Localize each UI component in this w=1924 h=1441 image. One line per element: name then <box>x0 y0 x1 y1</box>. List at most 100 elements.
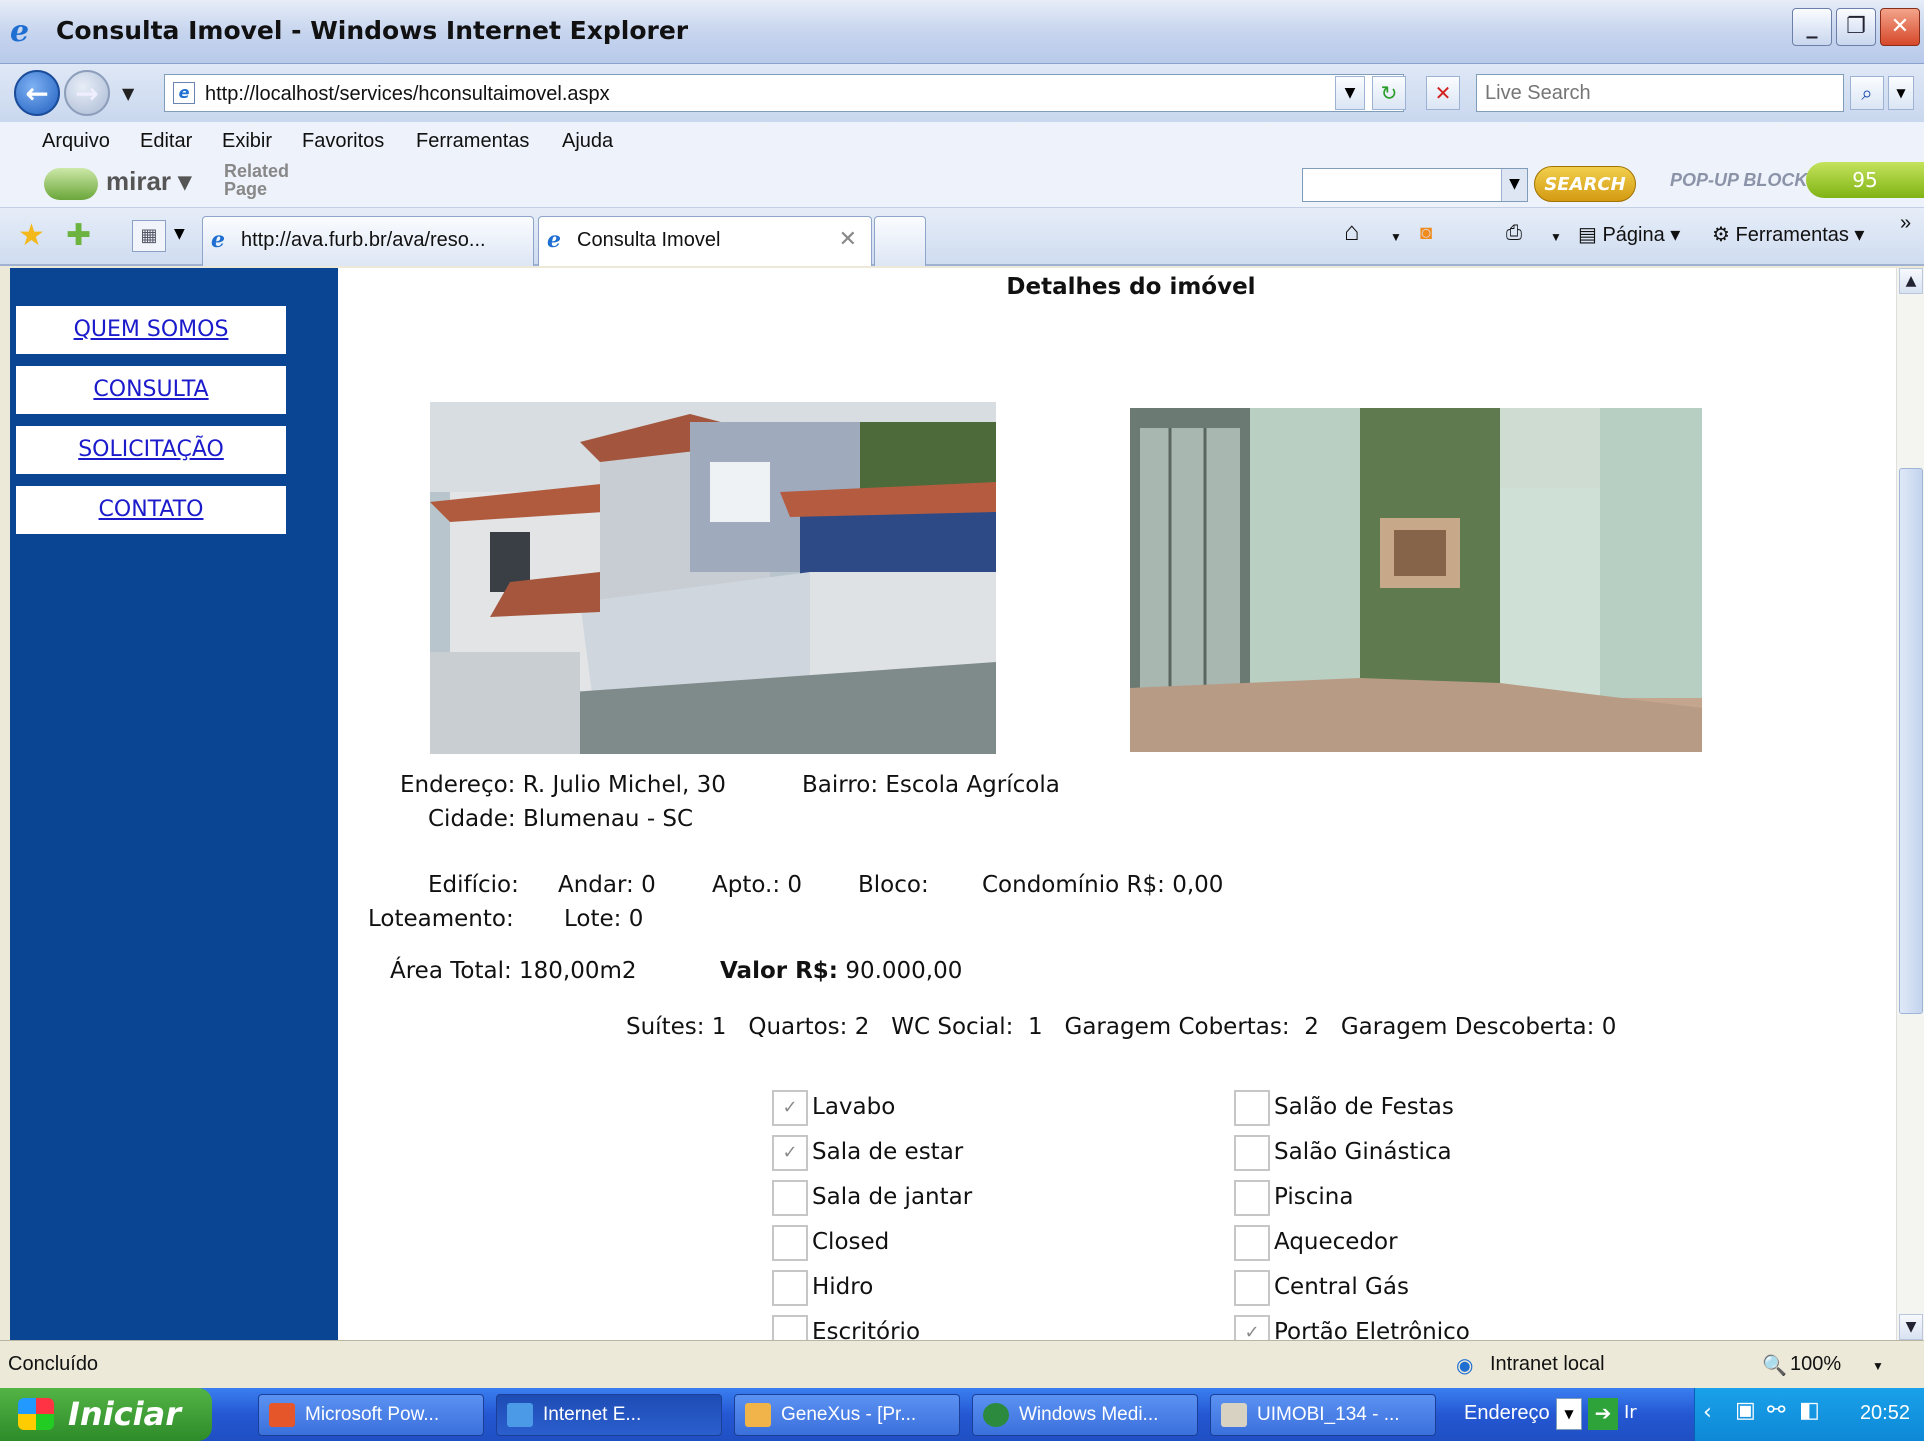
tab-ava-furb[interactable]: e http://ava.furb.br/ava/reso... <box>202 216 534 266</box>
minimize-button[interactable]: _ <box>1792 8 1832 46</box>
task-uimobi[interactable]: UIMOBI_134 - ... <box>1210 1394 1436 1436</box>
checkbox-sala-jantar[interactable] <box>772 1180 808 1216</box>
page-title: Detalhes do imóvel <box>1006 274 1256 300</box>
menu-exibir[interactable]: Exibir <box>222 130 272 153</box>
powerpoint-icon <box>269 1403 295 1427</box>
menu-ferramentas[interactable]: Ferramentas <box>416 130 529 153</box>
chevron-down-icon[interactable]: ▼ <box>1501 169 1527 201</box>
network-icon[interactable]: ⚯ <box>1767 1398 1785 1423</box>
close-button[interactable]: ✕ <box>1880 8 1920 46</box>
amenity-label: Portão Eletrônico <box>1274 1319 1470 1340</box>
task-powerpoint[interactable]: Microsoft Pow... <box>258 1394 484 1436</box>
feeds-icon[interactable]: ◙ <box>1420 222 1432 245</box>
checkbox-lavabo[interactable]: ✓ <box>772 1090 808 1126</box>
taskbar-address-dropdown-icon[interactable]: ▼ <box>1556 1398 1582 1430</box>
nav-link[interactable]: QUEM SOMOS <box>74 317 229 342</box>
checkbox-hidro[interactable] <box>772 1270 808 1306</box>
back-button[interactable]: ← <box>14 70 60 116</box>
task-label: Microsoft Pow... <box>305 1404 440 1425</box>
go-label[interactable]: Ir <box>1624 1402 1637 1423</box>
sidebar-item-contato[interactable]: CONTATO <box>16 486 286 534</box>
checkbox-closed[interactable] <box>772 1225 808 1261</box>
task-label: UIMOBI_134 - ... <box>1257 1404 1400 1425</box>
amenity-label: Piscina <box>1274 1184 1354 1210</box>
checkbox-sala-estar[interactable]: ✓ <box>772 1135 808 1171</box>
tray-app-icon[interactable]: ▣ <box>1735 1398 1756 1423</box>
checkbox-portao-eletronico[interactable]: ✓ <box>1234 1315 1270 1340</box>
vertical-scrollbar[interactable]: ▲ ▼ <box>1896 268 1924 1340</box>
tray-expand-icon[interactable]: ‹ <box>1703 1400 1712 1425</box>
search-icon[interactable]: ⌕ <box>1850 76 1884 110</box>
zoom-dropdown-icon[interactable]: ▼ <box>1872 1359 1884 1373</box>
maximize-button[interactable]: ❐ <box>1836 8 1876 46</box>
checkbox-central-gas[interactable] <box>1234 1270 1270 1306</box>
address-dropdown-icon[interactable]: ▼ <box>1335 76 1365 110</box>
print-icon[interactable]: ⎙ <box>1506 222 1522 245</box>
stop-icon[interactable]: ✕ <box>1426 76 1460 110</box>
sidebar-item-solicitacao[interactable]: SOLICITAÇÃO <box>16 426 286 474</box>
go-arrow-icon[interactable]: ➔ <box>1588 1398 1618 1430</box>
address-url[interactable]: http://localhost/services/hconsultaimove… <box>205 83 610 106</box>
gear-icon: ⚙ <box>1712 224 1730 246</box>
tools-menu[interactable]: ⚙ Ferramentas ▾ <box>1712 222 1864 247</box>
toolbar-search-button[interactable]: SEARCH <box>1534 166 1636 202</box>
mirar-button[interactable]: mirar ▾ <box>106 166 191 197</box>
print-dropdown-icon[interactable]: ▼ <box>1550 230 1562 244</box>
scroll-up-icon[interactable]: ▲ <box>1899 268 1923 294</box>
amenity-label: Hidro <box>812 1274 874 1300</box>
scroll-thumb[interactable] <box>1899 468 1923 1014</box>
toolbar-search-combo[interactable]: ▼ <box>1302 168 1528 202</box>
tab-list-dropdown-icon[interactable]: ▼ <box>174 226 185 242</box>
nav-link[interactable]: CONSULTA <box>93 377 208 402</box>
favorites-star-icon[interactable]: ★ <box>18 218 45 253</box>
forward-button[interactable]: → <box>64 70 110 116</box>
start-button[interactable]: Iniciar <box>0 1388 212 1441</box>
menu-ajuda[interactable]: Ajuda <box>562 130 613 153</box>
task-internet-explorer[interactable]: Internet E... <box>496 1394 722 1436</box>
home-dropdown-icon[interactable]: ▼ <box>1390 230 1402 244</box>
menu-editar[interactable]: Editar <box>140 130 192 153</box>
menu-favoritos[interactable]: Favoritos <box>302 130 384 153</box>
task-windows-media[interactable]: Windows Medi... <box>972 1394 1198 1436</box>
nav-link[interactable]: CONTATO <box>99 497 204 522</box>
checkbox-salao-ginastica[interactable] <box>1234 1135 1270 1171</box>
page-menu[interactable]: ▤ Página ▾ <box>1578 222 1680 247</box>
history-dropdown-icon[interactable]: ▼ <box>122 84 134 103</box>
new-tab-button[interactable] <box>874 216 926 266</box>
task-label: Internet E... <box>543 1404 642 1425</box>
amenity-label: Closed <box>812 1229 890 1255</box>
sidebar-item-quem-somos[interactable]: QUEM SOMOS <box>16 306 286 354</box>
home-icon[interactable]: ⌂ <box>1344 216 1360 247</box>
task-genexus[interactable]: GeneXus - [Pr... <box>734 1394 960 1436</box>
popup-counter-badge: 95 <box>1806 162 1924 198</box>
sidebar-item-consulta[interactable]: CONSULTA <box>16 366 286 414</box>
quick-tabs-icon[interactable]: ▦ <box>132 220 166 252</box>
add-favorites-icon[interactable]: ✚ <box>66 218 91 253</box>
ie-tab-icon: e <box>547 227 561 253</box>
zoom-level[interactable]: 100% <box>1790 1353 1841 1376</box>
address-field[interactable]: e http://localhost/services/hconsultaimo… <box>164 74 1404 112</box>
address-bar-row: ← → ▼ e http://localhost/services/hconsu… <box>0 64 1924 122</box>
search-options-icon[interactable]: ▼ <box>1888 76 1914 110</box>
property-photo-exterior <box>430 402 996 754</box>
close-tab-icon[interactable]: ✕ <box>839 227 857 252</box>
lot-text: Lote: 0 <box>564 906 644 932</box>
nav-link[interactable]: SOLICITAÇÃO <box>78 437 224 462</box>
live-search-input[interactable] <box>1477 75 1843 111</box>
live-search-box[interactable] <box>1476 74 1844 112</box>
checkbox-aquecedor[interactable] <box>1234 1225 1270 1261</box>
related-page-button[interactable]: Related Page <box>224 162 289 198</box>
refresh-icon[interactable]: ↻ <box>1372 76 1406 110</box>
menu-arquivo[interactable]: Arquivo <box>42 130 110 153</box>
scroll-down-icon[interactable]: ▼ <box>1899 1314 1923 1340</box>
checkbox-salao-festas[interactable] <box>1234 1090 1270 1126</box>
volume-icon[interactable]: ◧ <box>1799 1398 1820 1423</box>
tab-consulta-imovel[interactable]: e Consulta Imovel ✕ <box>538 216 872 266</box>
chevron-right-icon[interactable]: » <box>1900 212 1911 235</box>
task-label: GeneXus - [Pr... <box>781 1404 917 1425</box>
page-viewport: QUEM SOMOS CONSULTA SOLICITAÇÃO CONTATO … <box>10 268 1924 1340</box>
media-player-icon <box>983 1403 1009 1427</box>
checkbox-escritorio[interactable] <box>772 1315 808 1340</box>
page-menu-icon: ▤ <box>1578 224 1597 246</box>
checkbox-piscina[interactable] <box>1234 1180 1270 1216</box>
